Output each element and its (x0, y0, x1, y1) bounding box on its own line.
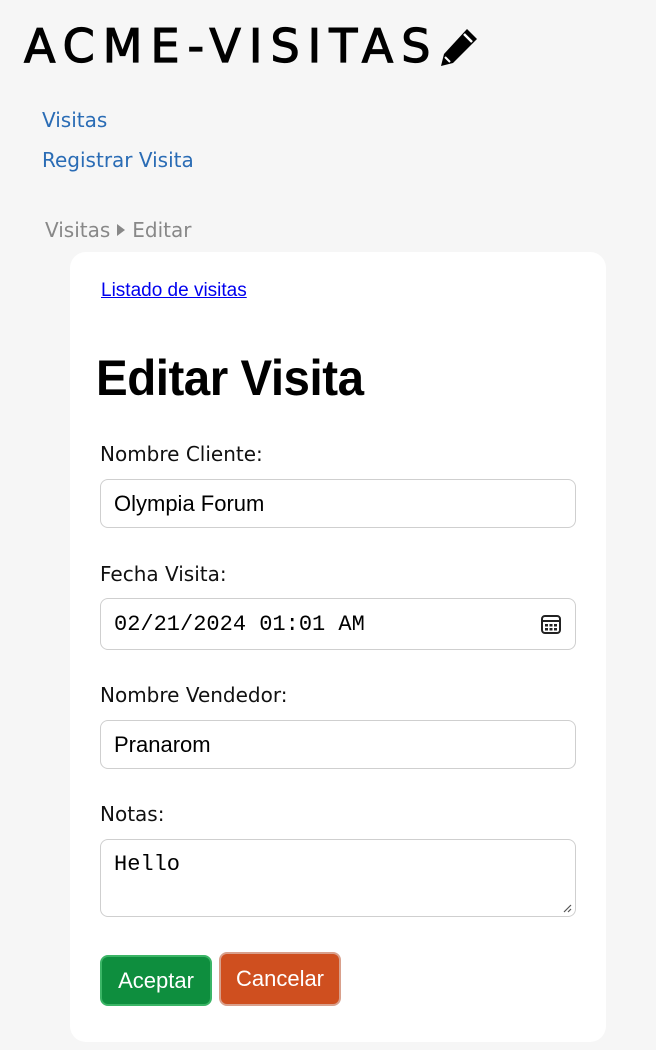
notas-textarea[interactable]: Hello (100, 839, 576, 917)
app-logo: ACME-VISITAS (23, 18, 482, 74)
calendar-icon[interactable] (540, 613, 562, 635)
main-nav: Visitas Registrar Visita (42, 100, 194, 180)
vendedor-value: Pranarom (114, 731, 211, 757)
cliente-label: Nombre Cliente: (100, 442, 263, 466)
fecha-input[interactable]: 02/21/2024 01:01 AM (100, 598, 576, 650)
aceptar-button[interactable]: Aceptar (100, 955, 212, 1006)
logo-text: ACME-VISITAS (23, 18, 439, 73)
edit-visit-card: Listado de visitas Editar Visita Nombre … (70, 252, 606, 1042)
breadcrumb-item-visitas[interactable]: Visitas (45, 218, 110, 242)
nav-link-registrar-visita[interactable]: Registrar Visita (42, 140, 194, 180)
cliente-input[interactable]: Olympia Forum (100, 479, 576, 528)
nav-link-visitas[interactable]: Visitas (42, 100, 194, 140)
vendedor-label: Nombre Vendedor: (100, 683, 288, 707)
fecha-label: Fecha Visita: (100, 562, 227, 586)
pencil-icon (441, 29, 478, 66)
caret-right-icon (117, 224, 126, 236)
breadcrumb-item-editar: Editar (132, 218, 192, 242)
notas-label: Notas: (100, 802, 165, 826)
cliente-value: Olympia Forum (114, 490, 265, 516)
back-to-list-link[interactable]: Listado de visitas (101, 280, 247, 302)
breadcrumb: Visitas Editar (45, 218, 192, 242)
vendedor-input[interactable]: Pranarom (100, 720, 576, 769)
fecha-value: 02/21/2024 01:01 AM (114, 611, 365, 637)
resize-handle-icon[interactable] (562, 903, 572, 913)
page-title: Editar Visita (96, 350, 364, 406)
notas-value: Hello (114, 852, 181, 877)
cancelar-button[interactable]: Cancelar (219, 952, 341, 1006)
